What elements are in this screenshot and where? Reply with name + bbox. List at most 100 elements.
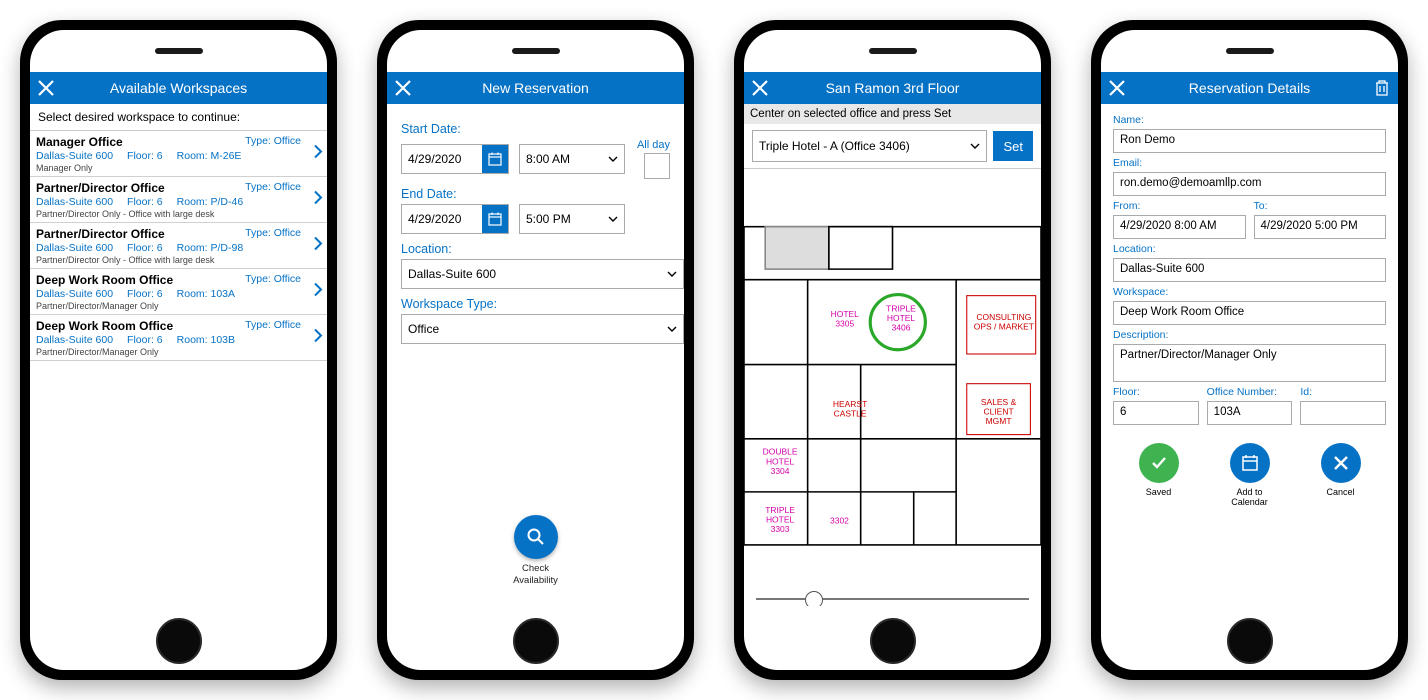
workspace-type-select[interactable]: Office — [401, 314, 684, 344]
cancel-button[interactable] — [1321, 443, 1361, 483]
workspace-location: Dallas-Suite 600 — [36, 288, 113, 300]
to-label: To: — [1254, 200, 1387, 212]
check-icon — [1149, 453, 1169, 473]
workspace-type: Type: Office — [245, 181, 301, 195]
workspace-location: Dallas-Suite 600 — [36, 196, 113, 208]
phone-available-workspaces: Available Workspaces Select desired work… — [20, 20, 337, 680]
workspace-type: Type: Office — [245, 227, 301, 241]
workspace-room: Room: P/D-46 — [177, 196, 244, 208]
calendar-icon — [1240, 453, 1260, 473]
chevron-right-icon — [313, 281, 323, 302]
phone-floor-map: San Ramon 3rd Floor Center on selected o… — [734, 20, 1051, 680]
end-date-label: End Date: — [401, 187, 670, 201]
close-icon[interactable] — [387, 79, 419, 97]
workspace-type: Type: Office — [245, 319, 301, 333]
name-field[interactable]: Ron Demo — [1113, 129, 1386, 153]
delete-icon[interactable] — [1366, 79, 1398, 97]
workspace-item[interactable]: Deep Work Room Office Type: Office Dalla… — [30, 315, 327, 361]
add-to-calendar-label: Add to Calendar — [1231, 487, 1268, 508]
chevron-down-icon — [667, 271, 677, 277]
workspace-name: Manager Office — [36, 135, 123, 149]
check-availability-button[interactable] — [514, 515, 558, 559]
chevron-right-icon — [313, 327, 323, 348]
location-label: Location: — [1113, 243, 1386, 255]
instruction-text: Center on selected office and press Set — [744, 104, 1041, 124]
workspace-location: Dallas-Suite 600 — [36, 334, 113, 346]
calendar-icon[interactable] — [482, 145, 508, 173]
saved-button[interactable] — [1139, 443, 1179, 483]
workspace-desc: Partner/Director Only - Office with larg… — [36, 209, 321, 219]
end-time-select[interactable]: 5:00 PM — [519, 204, 625, 234]
close-icon[interactable] — [30, 79, 62, 97]
email-field[interactable]: ron.demo@demoamllp.com — [1113, 172, 1386, 196]
workspace-name: Deep Work Room Office — [36, 273, 173, 287]
id-field[interactable] — [1300, 401, 1386, 425]
cancel-label: Cancel — [1326, 487, 1354, 497]
workspace-item[interactable]: Partner/Director Office Type: Office Dal… — [30, 223, 327, 269]
phone-new-reservation: New Reservation Start Date: 4/29/2020 8:… — [377, 20, 694, 680]
workspace-item[interactable]: Partner/Director Office Type: Office Dal… — [30, 177, 327, 223]
workspace-floor: Floor: 6 — [127, 242, 163, 254]
office-number-label: Office Number: — [1207, 386, 1293, 398]
close-icon[interactable] — [744, 79, 776, 97]
workspace-location: Dallas-Suite 600 — [36, 150, 113, 162]
close-icon — [1332, 454, 1350, 472]
page-title: New Reservation — [419, 80, 652, 96]
end-date-input[interactable]: 4/29/2020 — [401, 204, 509, 234]
description-label: Description: — [1113, 329, 1386, 341]
start-time-select[interactable]: 8:00 AM — [519, 144, 625, 174]
workspace-room: Room: 103B — [177, 334, 235, 346]
svg-text:CONSULTINGOPS / MARKET: CONSULTINGOPS / MARKET — [974, 312, 1034, 332]
phone-reservation-details: Reservation Details Name: Ron Demo Email… — [1091, 20, 1408, 680]
workspace-desc: Partner/Director/Manager Only — [36, 347, 321, 357]
floor-field[interactable]: 6 — [1113, 401, 1199, 425]
chevron-right-icon — [313, 189, 323, 210]
workspace-type: Type: Office — [245, 273, 301, 287]
close-icon[interactable] — [1101, 79, 1133, 97]
name-label: Name: — [1113, 114, 1386, 126]
workspace-floor: Floor: 6 — [127, 196, 163, 208]
workspace-item[interactable]: Manager Office Type: Office Dallas-Suite… — [30, 131, 327, 177]
workspace-room: Room: P/D-98 — [177, 242, 244, 254]
from-field[interactable]: 4/29/2020 8:00 AM — [1113, 215, 1246, 239]
start-date-input[interactable]: 4/29/2020 — [401, 144, 509, 174]
allday-label: All day — [637, 139, 670, 151]
location-field[interactable]: Dallas-Suite 600 — [1113, 258, 1386, 282]
to-field[interactable]: 4/29/2020 5:00 PM — [1254, 215, 1387, 239]
location-select[interactable]: Dallas-Suite 600 — [401, 259, 684, 289]
instruction-text: Select desired workspace to continue: — [30, 104, 327, 131]
workspace-floor: Floor: 6 — [127, 288, 163, 300]
add-to-calendar-button[interactable] — [1230, 443, 1270, 483]
location-label: Location: — [401, 242, 670, 256]
page-title: Reservation Details — [1133, 80, 1366, 96]
office-number-field[interactable]: 103A — [1207, 401, 1293, 425]
floor-label: Floor: — [1113, 386, 1199, 398]
workspace-name: Deep Work Room Office — [36, 319, 173, 333]
chevron-down-icon — [608, 216, 618, 222]
id-label: Id: — [1300, 386, 1386, 398]
description-field[interactable]: Partner/Director/Manager Only — [1113, 344, 1386, 382]
start-date-label: Start Date: — [401, 122, 670, 136]
chevron-right-icon — [313, 235, 323, 256]
set-button[interactable]: Set — [993, 131, 1033, 161]
workspace-name: Partner/Director Office — [36, 227, 165, 241]
workspace-type: Type: Office — [245, 135, 301, 149]
zoom-slider[interactable] — [744, 592, 1041, 606]
workspace-desc: Partner/Director/Manager Only — [36, 301, 321, 311]
svg-text:3302: 3302 — [830, 516, 849, 526]
office-select[interactable]: Triple Hotel - A (Office 3406) — [752, 130, 987, 162]
svg-text:HEARSTCASTLE: HEARSTCASTLE — [833, 399, 867, 419]
workspace-item[interactable]: Deep Work Room Office Type: Office Dalla… — [30, 269, 327, 315]
floor-map[interactable]: HOTEL3305 TRIPLEHOTEL3406 CONSULTINGOPS … — [744, 168, 1041, 592]
workspace-desc: Manager Only — [36, 163, 321, 173]
page-title: Available Workspaces — [62, 80, 295, 96]
allday-checkbox[interactable] — [644, 153, 670, 179]
workspace-location: Dallas-Suite 600 — [36, 242, 113, 254]
check-availability-label: Check Availability — [513, 563, 558, 586]
workspace-type-label: Workspace Type: — [401, 297, 670, 311]
workspace-field[interactable]: Deep Work Room Office — [1113, 301, 1386, 325]
workspace-desc: Partner/Director Only - Office with larg… — [36, 255, 321, 265]
chevron-down-icon — [970, 143, 980, 149]
calendar-icon[interactable] — [482, 205, 508, 233]
page-title: San Ramon 3rd Floor — [776, 80, 1009, 96]
